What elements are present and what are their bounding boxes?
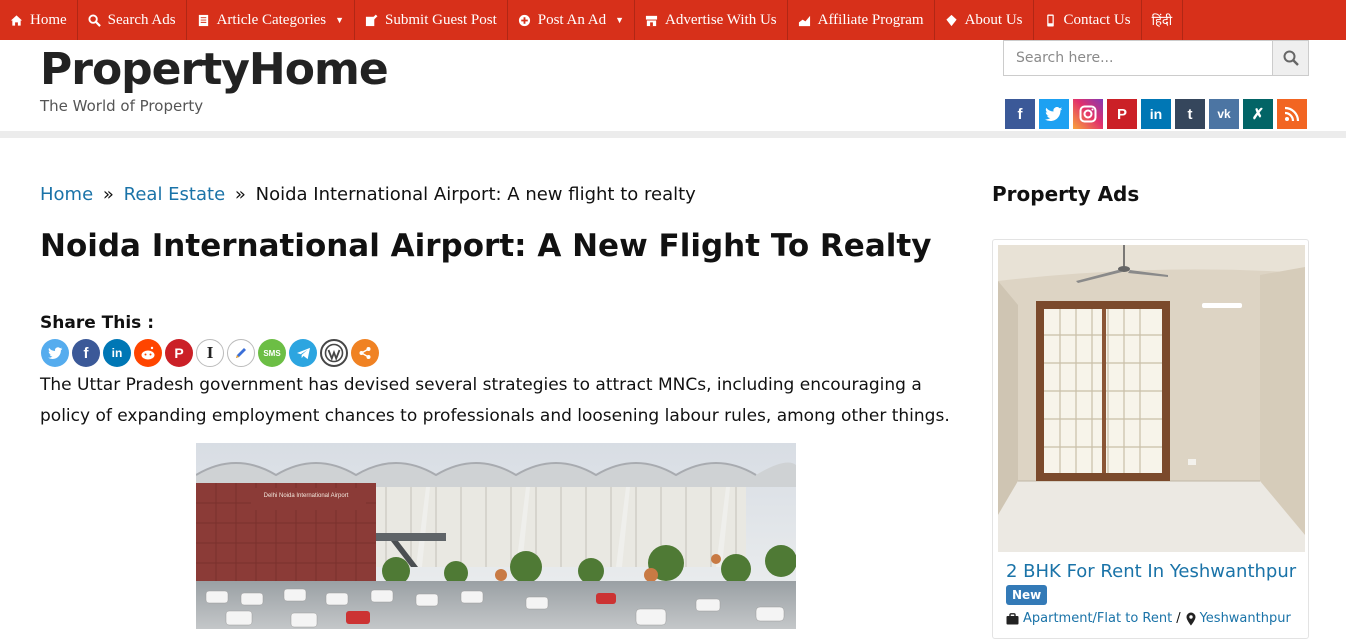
briefcase-icon bbox=[1006, 612, 1019, 624]
home-icon bbox=[10, 14, 23, 26]
nav-search-ads[interactable]: Search Ads bbox=[78, 0, 187, 40]
search-form bbox=[1003, 40, 1309, 76]
property-ad-photo[interactable] bbox=[998, 245, 1305, 552]
nav-advertise-with-us[interactable]: Advertise With Us bbox=[635, 0, 788, 40]
property-ad-location-link[interactable]: Yeshwanthpur bbox=[1200, 611, 1291, 626]
nav-about-us[interactable]: About Us bbox=[935, 0, 1034, 40]
article-image: Delhi Noida International Airport bbox=[196, 443, 796, 629]
nav-affiliate-program[interactable]: Affiliate Program bbox=[788, 0, 935, 40]
facebook-icon[interactable]: f bbox=[1005, 99, 1035, 129]
edit-icon bbox=[365, 14, 378, 26]
airport-illustration: Delhi Noida International Airport bbox=[196, 443, 796, 629]
nav-search-ads-label: Search Ads bbox=[107, 11, 176, 28]
sms-icon[interactable]: SMS bbox=[258, 339, 286, 367]
chart-icon bbox=[798, 15, 810, 26]
property-ad-category-link[interactable]: Apartment/Flat to Rent bbox=[1023, 611, 1172, 626]
breadcrumb-separator: » bbox=[234, 184, 246, 205]
nav-advertise-with-us-label: Advertise With Us bbox=[665, 11, 777, 28]
facebook-icon[interactable]: f bbox=[72, 339, 100, 367]
instagram-icon[interactable] bbox=[1073, 99, 1103, 129]
nav-about-us-label: About Us bbox=[964, 11, 1023, 28]
search-input[interactable] bbox=[1004, 41, 1272, 75]
meta-separator: / bbox=[1176, 611, 1181, 626]
pinterest-icon[interactable]: P bbox=[1107, 99, 1137, 129]
reddit-icon[interactable] bbox=[134, 339, 162, 367]
search-icon bbox=[1283, 50, 1299, 66]
twitter-icon[interactable] bbox=[1039, 99, 1069, 129]
social-links: f P in t vk ✗ bbox=[1005, 99, 1307, 129]
nav-hindi-label: हिंदी bbox=[1151, 13, 1173, 28]
phone-icon bbox=[1046, 13, 1054, 27]
nav-home[interactable]: Home bbox=[0, 0, 78, 40]
twitter-icon[interactable] bbox=[41, 339, 69, 367]
nav-hindi[interactable]: हिंदी bbox=[1142, 0, 1184, 40]
nav-submit-guest-post[interactable]: Submit Guest Post bbox=[355, 0, 508, 40]
search-icon bbox=[88, 13, 101, 27]
diamond-icon bbox=[945, 14, 957, 26]
nav-post-an-ad[interactable]: Post An Ad ▼ bbox=[508, 0, 636, 40]
rss-icon[interactable] bbox=[1277, 99, 1307, 129]
share-label: Share This : bbox=[40, 313, 155, 333]
breadcrumb: Home » Real Estate » Noida International… bbox=[40, 184, 696, 205]
telegram-icon[interactable] bbox=[289, 339, 317, 367]
site-logo[interactable]: PropertyHome bbox=[40, 44, 389, 95]
chevron-down-icon: ▼ bbox=[335, 15, 345, 25]
share-buttons: f in P I SMS bbox=[41, 339, 379, 367]
nav-affiliate-program-label: Affiliate Program bbox=[817, 11, 924, 28]
linkedin-icon[interactable]: in bbox=[1141, 99, 1171, 129]
breadcrumb-separator: » bbox=[102, 184, 114, 205]
vk-icon[interactable]: vk bbox=[1209, 99, 1239, 129]
room-photo bbox=[998, 245, 1305, 552]
chevron-down-icon: ▼ bbox=[615, 15, 625, 25]
nav-article-categories-label: Article Categories bbox=[216, 11, 327, 28]
article-intro: The Uttar Pradesh government has devised… bbox=[40, 375, 950, 426]
xing-icon[interactable]: ✗ bbox=[1243, 99, 1273, 129]
plus-circle-icon bbox=[518, 14, 530, 26]
nav-home-label: Home bbox=[30, 11, 67, 28]
header-divider bbox=[0, 131, 1346, 138]
pinterest-icon[interactable]: P bbox=[165, 339, 193, 367]
airport-sign: Delhi Noida International Airport bbox=[264, 493, 349, 499]
document-icon bbox=[198, 14, 208, 26]
wordpress-icon[interactable] bbox=[320, 339, 348, 367]
article-title: Noida International Airport: A New Fligh… bbox=[40, 228, 932, 264]
nav-contact-us[interactable]: Contact Us bbox=[1034, 0, 1142, 40]
nav-submit-guest-post-label: Submit Guest Post bbox=[385, 11, 497, 28]
blogger-icon[interactable] bbox=[227, 339, 255, 367]
store-icon bbox=[645, 15, 658, 26]
search-button[interactable] bbox=[1272, 41, 1308, 75]
linkedin-icon[interactable]: in bbox=[103, 339, 131, 367]
property-ad-card[interactable]: 2 BHK For Rent In Yeshwanthpur New Apart… bbox=[992, 239, 1309, 639]
site-tagline: The World of Property bbox=[40, 97, 204, 115]
nav-post-an-ad-label: Post An Ad bbox=[537, 11, 607, 28]
breadcrumb-home-link[interactable]: Home bbox=[40, 184, 93, 205]
property-ad-meta: Apartment/Flat to Rent / Yeshwanthpur bbox=[1006, 611, 1291, 626]
nav-article-categories[interactable]: Article Categories ▼ bbox=[187, 0, 356, 40]
status-badge: New bbox=[1006, 585, 1048, 605]
property-ad-title[interactable]: 2 BHK For Rent In Yeshwanthpur bbox=[1006, 561, 1296, 582]
top-navigation: Home Search Ads Article Categories ▼ Sub… bbox=[0, 0, 1346, 40]
location-pin-icon bbox=[1186, 612, 1196, 625]
breadcrumb-current: Noida International Airport: A new fligh… bbox=[255, 184, 696, 205]
more-share-icon[interactable] bbox=[351, 339, 379, 367]
sidebar-title: Property Ads bbox=[992, 182, 1140, 206]
instapaper-icon[interactable]: I bbox=[196, 339, 224, 367]
nav-contact-us-label: Contact Us bbox=[1063, 11, 1131, 28]
tumblr-icon[interactable]: t bbox=[1175, 99, 1205, 129]
breadcrumb-category-link[interactable]: Real Estate bbox=[124, 184, 226, 205]
